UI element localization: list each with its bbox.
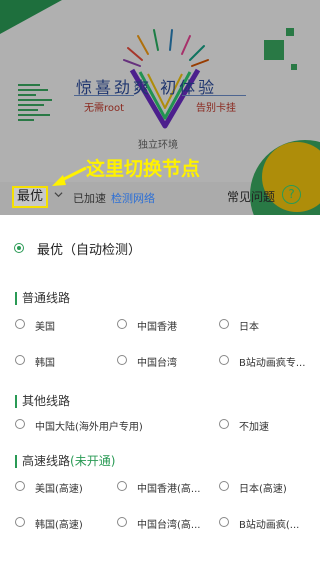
radio-option[interactable] <box>219 355 229 365</box>
option-label[interactable]: 中国大陆(海外用户专用) <box>35 418 143 433</box>
section-title-normal: 普通线路 <box>15 292 70 305</box>
radio-option[interactable] <box>15 517 25 527</box>
faq-link[interactable]: 常见问题 <box>227 188 275 205</box>
option-label[interactable]: 美国 <box>35 318 55 333</box>
chevron-down-icon[interactable] <box>54 190 63 199</box>
node-bar: 最优 已加速 检测网络 常见问题 ? <box>0 182 320 215</box>
node-select-button[interactable]: 最优 <box>12 186 48 208</box>
not-activated-tag: (未开通) <box>70 454 116 468</box>
section-title-other: 其他线路 <box>15 395 70 408</box>
option-label[interactable]: 中国香港(高... <box>137 480 200 495</box>
option-label[interactable]: 日本(高速) <box>239 480 287 495</box>
radio-option[interactable] <box>15 355 25 365</box>
section-title-highspeed: 高速线路(未开通) <box>15 455 115 468</box>
best-option-label[interactable]: 最优（自动检测） <box>37 239 141 258</box>
option-label[interactable]: 日本 <box>239 318 259 333</box>
radio-option[interactable] <box>219 481 229 491</box>
radio-option[interactable] <box>219 419 229 429</box>
option-label[interactable]: 中国台湾 <box>137 354 177 369</box>
option-label[interactable]: 不加速 <box>239 418 269 433</box>
option-label[interactable]: 韩国(高速) <box>35 516 83 531</box>
radio-option[interactable] <box>117 319 127 329</box>
detect-network-link[interactable]: 检测网络 <box>111 190 155 206</box>
option-label[interactable]: 韩国 <box>35 354 55 369</box>
radio-option[interactable] <box>15 319 25 329</box>
option-label[interactable]: 中国台湾(高... <box>137 516 200 531</box>
annotation-arrow-icon <box>52 166 87 186</box>
accelerated-status: 已加速 <box>73 192 106 205</box>
radio-option[interactable] <box>117 481 127 491</box>
radio-option[interactable] <box>117 355 127 365</box>
option-label[interactable]: 中国香港 <box>137 318 177 333</box>
option-label[interactable]: B站动画疯专... <box>239 354 305 369</box>
radio-option[interactable] <box>15 419 25 429</box>
radio-option[interactable] <box>15 481 25 491</box>
annotation-text: 这里切换节点 <box>86 158 201 180</box>
node-selection-panel: 最优（自动检测） 普通线路 美国 中国香港 日本 韩国 中国台湾 B站动画疯专.… <box>0 215 320 580</box>
option-label[interactable]: B站动画疯(... <box>239 516 299 531</box>
radio-option[interactable] <box>219 319 229 329</box>
radio-option[interactable] <box>117 517 127 527</box>
radio-option[interactable] <box>219 517 229 527</box>
option-label[interactable]: 美国(高速) <box>35 480 83 495</box>
radio-best[interactable] <box>14 243 24 253</box>
help-icon[interactable]: ? <box>282 185 301 204</box>
